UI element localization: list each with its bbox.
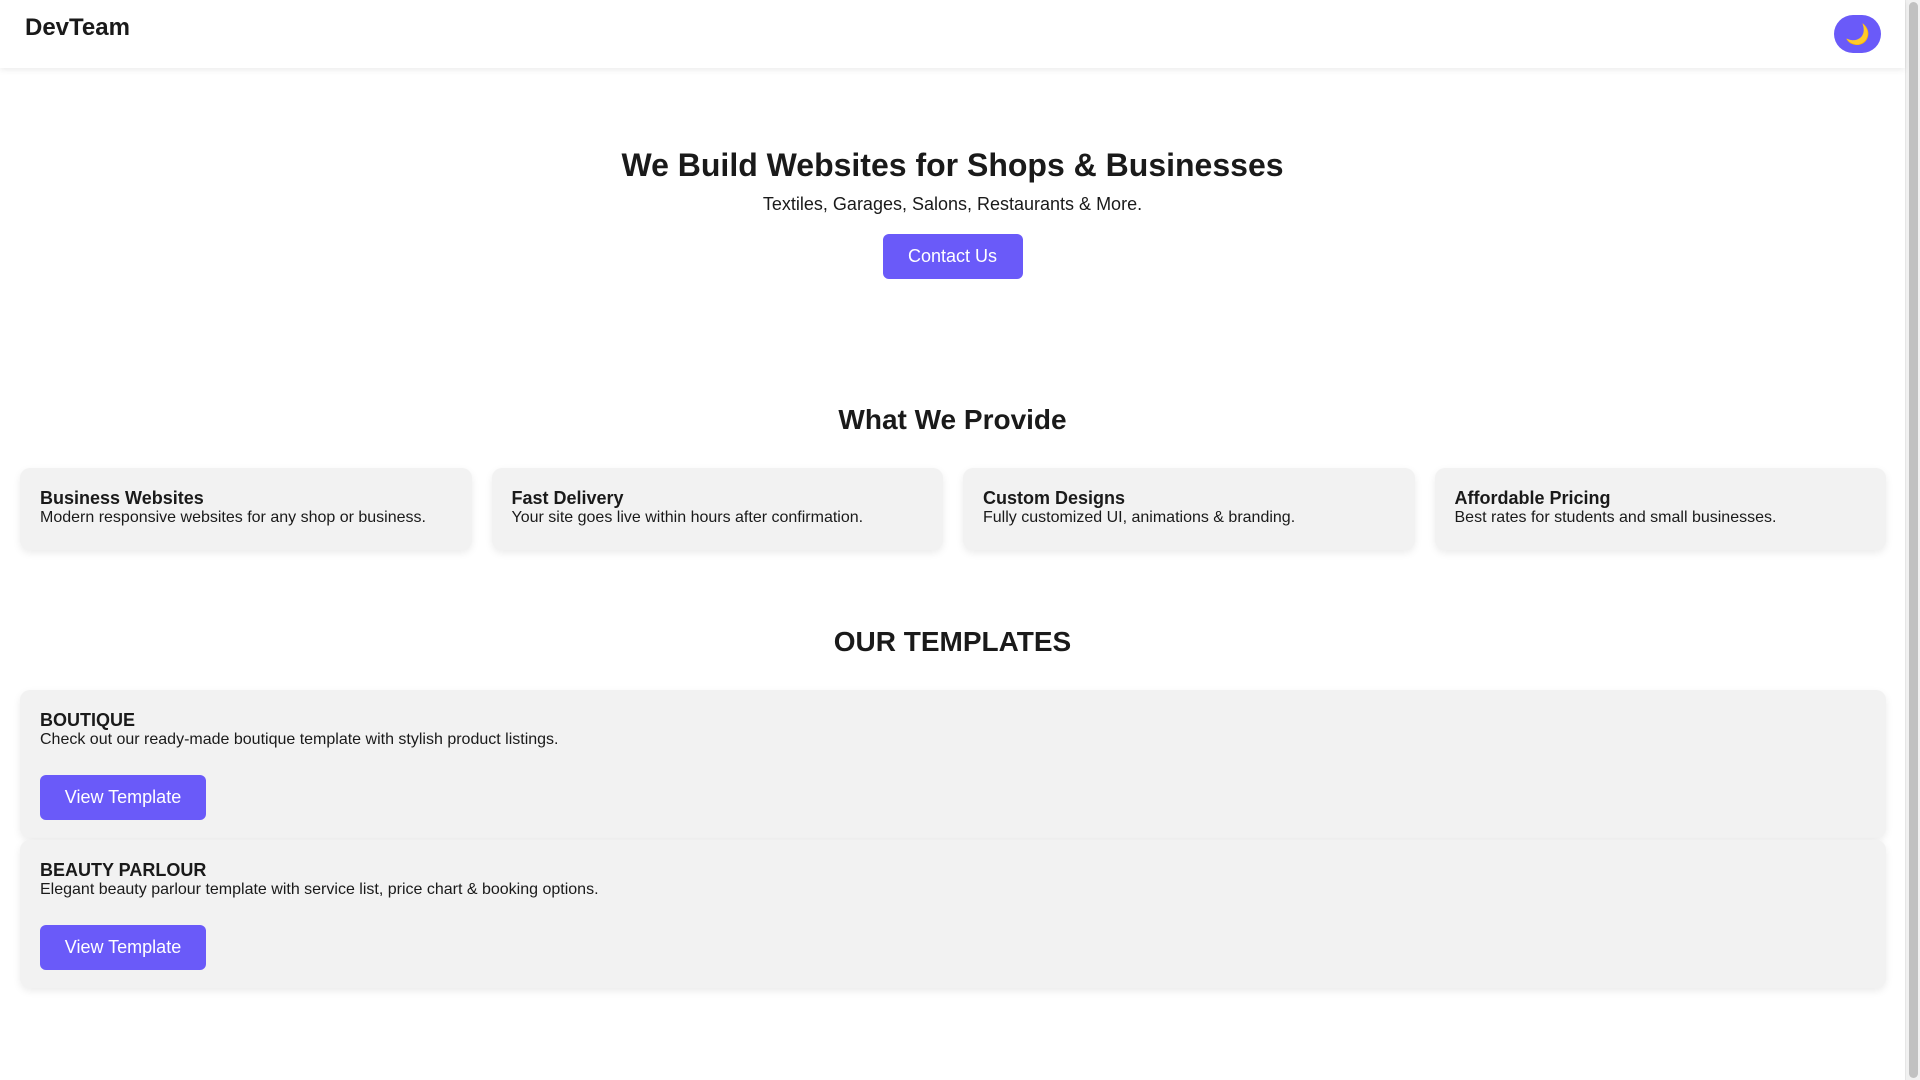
feature-description: Best rates for students and small busine… (1454, 509, 1777, 526)
hero-subtitle: Textiles, Garages, Salons, Restaurants &… (762, 194, 1143, 214)
feature-card-business-websites: Business Websites Modern responsive webs… (20, 468, 472, 550)
feature-title: Fast Delivery (511, 488, 624, 508)
scrollbar-thumb[interactable] (1909, 2, 1918, 1078)
feature-card-affordable-pricing: Affordable Pricing Best rates for studen… (1434, 468, 1886, 550)
feature-card-custom-designs: Custom Designs Fully customized UI, anim… (963, 468, 1415, 550)
navbar: DevTeam 🌙 (0, 0, 1905, 68)
features-grid: Business Websites Modern responsive webs… (20, 468, 1886, 550)
templates-section-title: OUR TEMPLATES (833, 626, 1072, 657)
feature-card-fast-delivery: Fast Delivery Your site goes live within… (491, 468, 943, 550)
template-description: Check out our ready-made boutique templa… (40, 731, 559, 748)
feature-title: Business Websites (40, 488, 204, 508)
vertical-scrollbar[interactable] (1905, 0, 1920, 1080)
theme-toggle-button[interactable]: 🌙 (1834, 15, 1881, 53)
features-section-title: What We Provide (838, 404, 1067, 435)
contact-us-button[interactable]: Contact Us (882, 234, 1023, 279)
view-template-button-boutique[interactable]: View Template (40, 775, 206, 820)
template-card-beauty-parlour: BEAUTY PARLOUR Elegant beauty parlour te… (20, 840, 1886, 988)
feature-title: Affordable Pricing (1454, 488, 1611, 508)
page: DevTeam 🌙 We Build Websites for Shops & … (0, 0, 1905, 1080)
moon-icon: 🌙 (1845, 23, 1870, 46)
feature-title: Custom Designs (983, 488, 1126, 508)
hero-title: We Build Websites for Shops & Businesses (621, 147, 1284, 183)
feature-description: Fully customized UI, animations & brandi… (983, 509, 1296, 526)
template-title: BOUTIQUE (40, 710, 136, 730)
feature-description: Your site goes live within hours after c… (511, 509, 864, 526)
view-template-button-beauty-parlour[interactable]: View Template (40, 925, 206, 970)
template-description: Elegant beauty parlour template with ser… (40, 881, 599, 898)
feature-description: Modern responsive websites for any shop … (40, 509, 426, 526)
template-card-boutique: BOUTIQUE Check out our ready-made boutiq… (20, 690, 1886, 838)
template-title: BEAUTY PARLOUR (40, 860, 207, 880)
browser-viewport: DevTeam 🌙 We Build Websites for Shops & … (0, 0, 1920, 1080)
hero-section: We Build Websites for Shops & Businesses… (0, 140, 1905, 279)
brand-logo[interactable]: DevTeam (25, 14, 130, 42)
